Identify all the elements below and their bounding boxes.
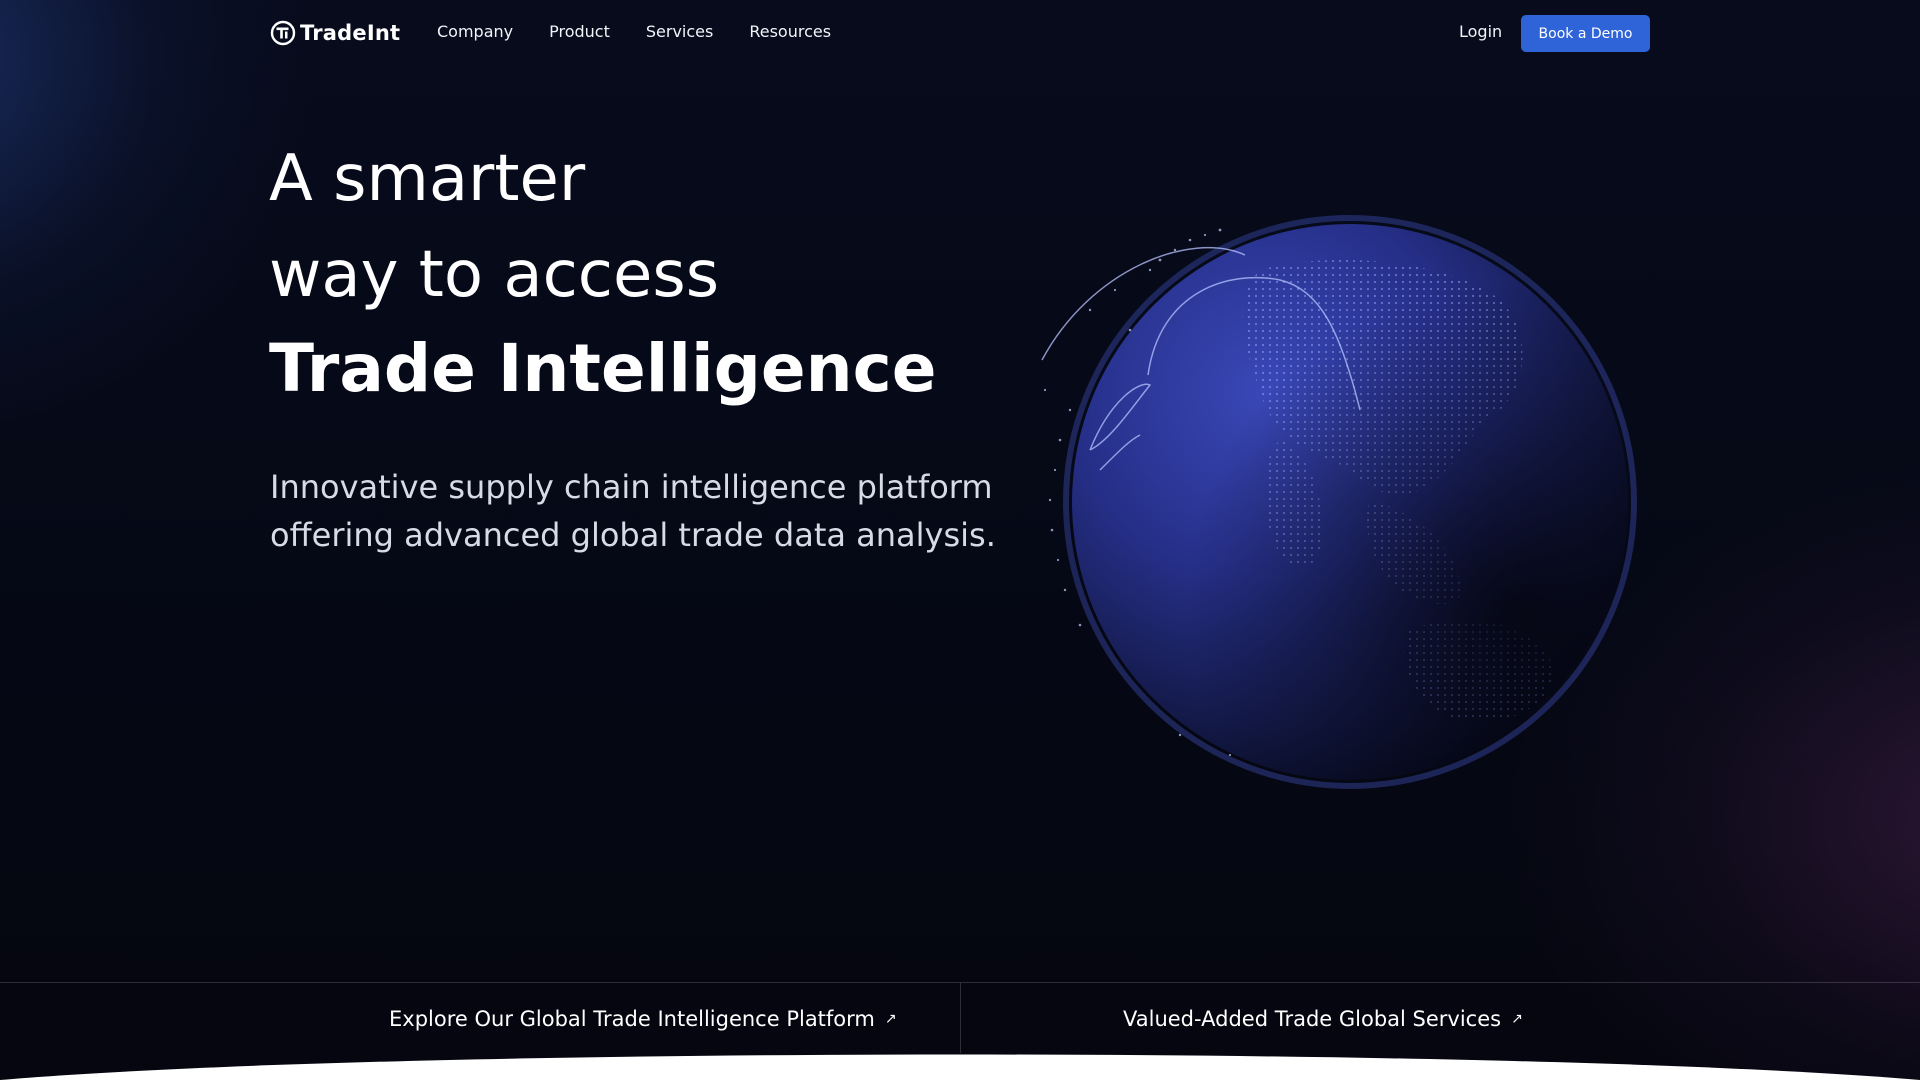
arrow-up-right-icon: ↗ [884,1011,897,1027]
bottom-curve [0,1054,1920,1080]
hero-subtitle-line-2: offering advanced global trade data anal… [270,516,996,554]
arrow-up-right-icon: ↗ [1511,1011,1523,1027]
hero-heading-line-2: way to access [269,238,720,312]
brand-logo[interactable]: TradeInt [270,19,400,47]
main-nav: Company Product Services Resources [437,22,867,41]
explore-platform-link[interactable]: Explore Our Global Trade Intelligence Pl… [389,1007,897,1031]
globe-illustration [1041,215,1637,789]
nav-item-product[interactable]: Product [549,22,610,41]
global-services-link[interactable]: Valued-Added Trade Global Services ↗ [1123,1007,1523,1031]
hero-heading-line-3: Trade Intelligence [269,330,936,407]
global-services-label: Valued-Added Trade Global Services [1123,1007,1502,1031]
site-header: TradeInt Company Product Services Resour… [0,0,1920,66]
explore-platform-label: Explore Our Global Trade Intelligence Pl… [389,1007,875,1031]
hero-heading-word-trade: Trade [269,330,476,407]
hero-subtitle-line-1: Innovative supply chain intelligence pla… [270,468,993,506]
brand-name: TradeInt [300,21,401,45]
ti-monogram-logo-icon [270,20,296,46]
nav-item-company[interactable]: Company [437,22,513,41]
hero-subtitle: Innovative supply chain intelligence pla… [270,463,1030,559]
book-demo-button[interactable]: Book a Demo [1521,15,1650,52]
login-link[interactable]: Login [1459,22,1502,41]
nav-item-services[interactable]: Services [646,22,713,41]
globe-landmass-dots [1072,224,1628,780]
hero-heading-line-1: A smarter [269,142,586,216]
nav-item-resources[interactable]: Resources [749,22,831,41]
hero-heading-word-intelligence: Intelligence [497,330,937,407]
